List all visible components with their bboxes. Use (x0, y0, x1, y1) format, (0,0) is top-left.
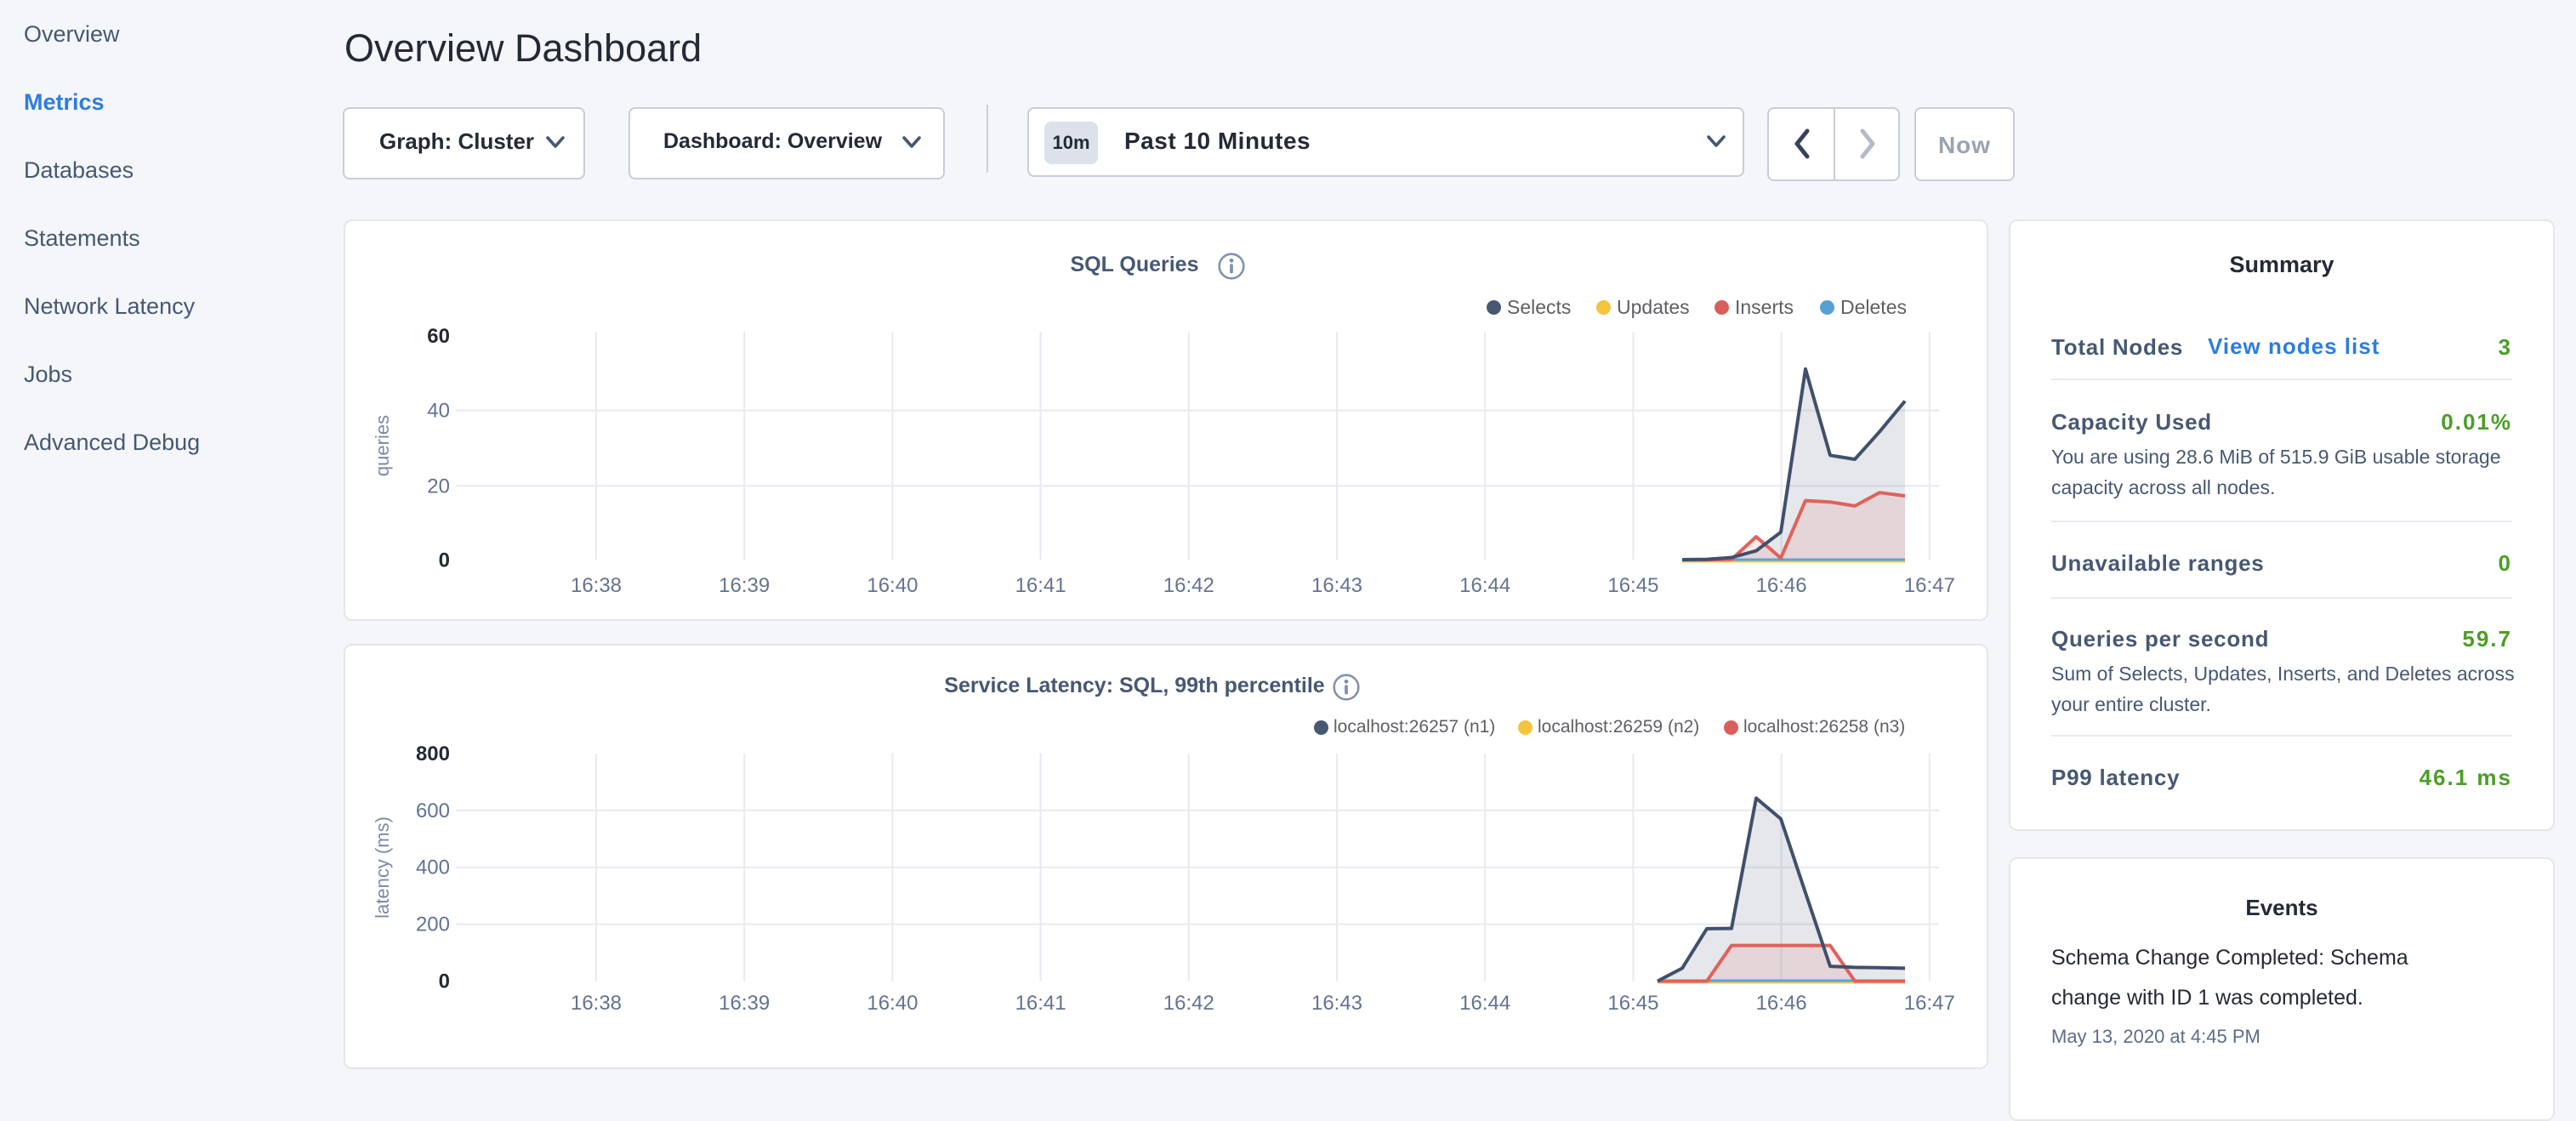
svg-text:16:42: 16:42 (1163, 992, 1214, 1015)
svg-text:16:39: 16:39 (719, 574, 770, 597)
svg-text:16:44: 16:44 (1459, 992, 1510, 1015)
svg-text:latency (ms): latency (ms) (372, 817, 393, 919)
svg-text:400: 400 (416, 856, 450, 879)
svg-text:40: 40 (427, 400, 450, 423)
svg-text:16:42: 16:42 (1163, 574, 1214, 597)
svg-text:20: 20 (427, 475, 450, 498)
svg-text:16:46: 16:46 (1756, 574, 1807, 597)
svg-text:0: 0 (439, 970, 450, 993)
svg-text:16:41: 16:41 (1015, 574, 1066, 597)
svg-text:16:40: 16:40 (867, 992, 918, 1015)
svg-text:800: 800 (416, 743, 450, 765)
svg-text:16:41: 16:41 (1015, 992, 1066, 1015)
svg-text:16:46: 16:46 (1756, 992, 1807, 1015)
svg-text:queries: queries (372, 415, 393, 476)
svg-text:0: 0 (439, 549, 450, 572)
svg-text:16:40: 16:40 (867, 574, 918, 597)
svg-text:16:43: 16:43 (1311, 992, 1362, 1015)
svg-text:16:38: 16:38 (571, 992, 622, 1015)
svg-text:16:43: 16:43 (1311, 574, 1362, 597)
svg-text:16:47: 16:47 (1904, 992, 1955, 1015)
svg-text:16:45: 16:45 (1607, 574, 1658, 597)
svg-text:200: 200 (416, 913, 450, 936)
svg-text:16:47: 16:47 (1904, 574, 1955, 597)
svg-text:16:44: 16:44 (1459, 574, 1510, 597)
svg-text:16:45: 16:45 (1607, 992, 1658, 1015)
svg-text:600: 600 (416, 799, 450, 822)
svg-text:60: 60 (427, 325, 450, 348)
svg-text:16:38: 16:38 (571, 574, 622, 597)
svg-text:16:39: 16:39 (719, 992, 770, 1015)
